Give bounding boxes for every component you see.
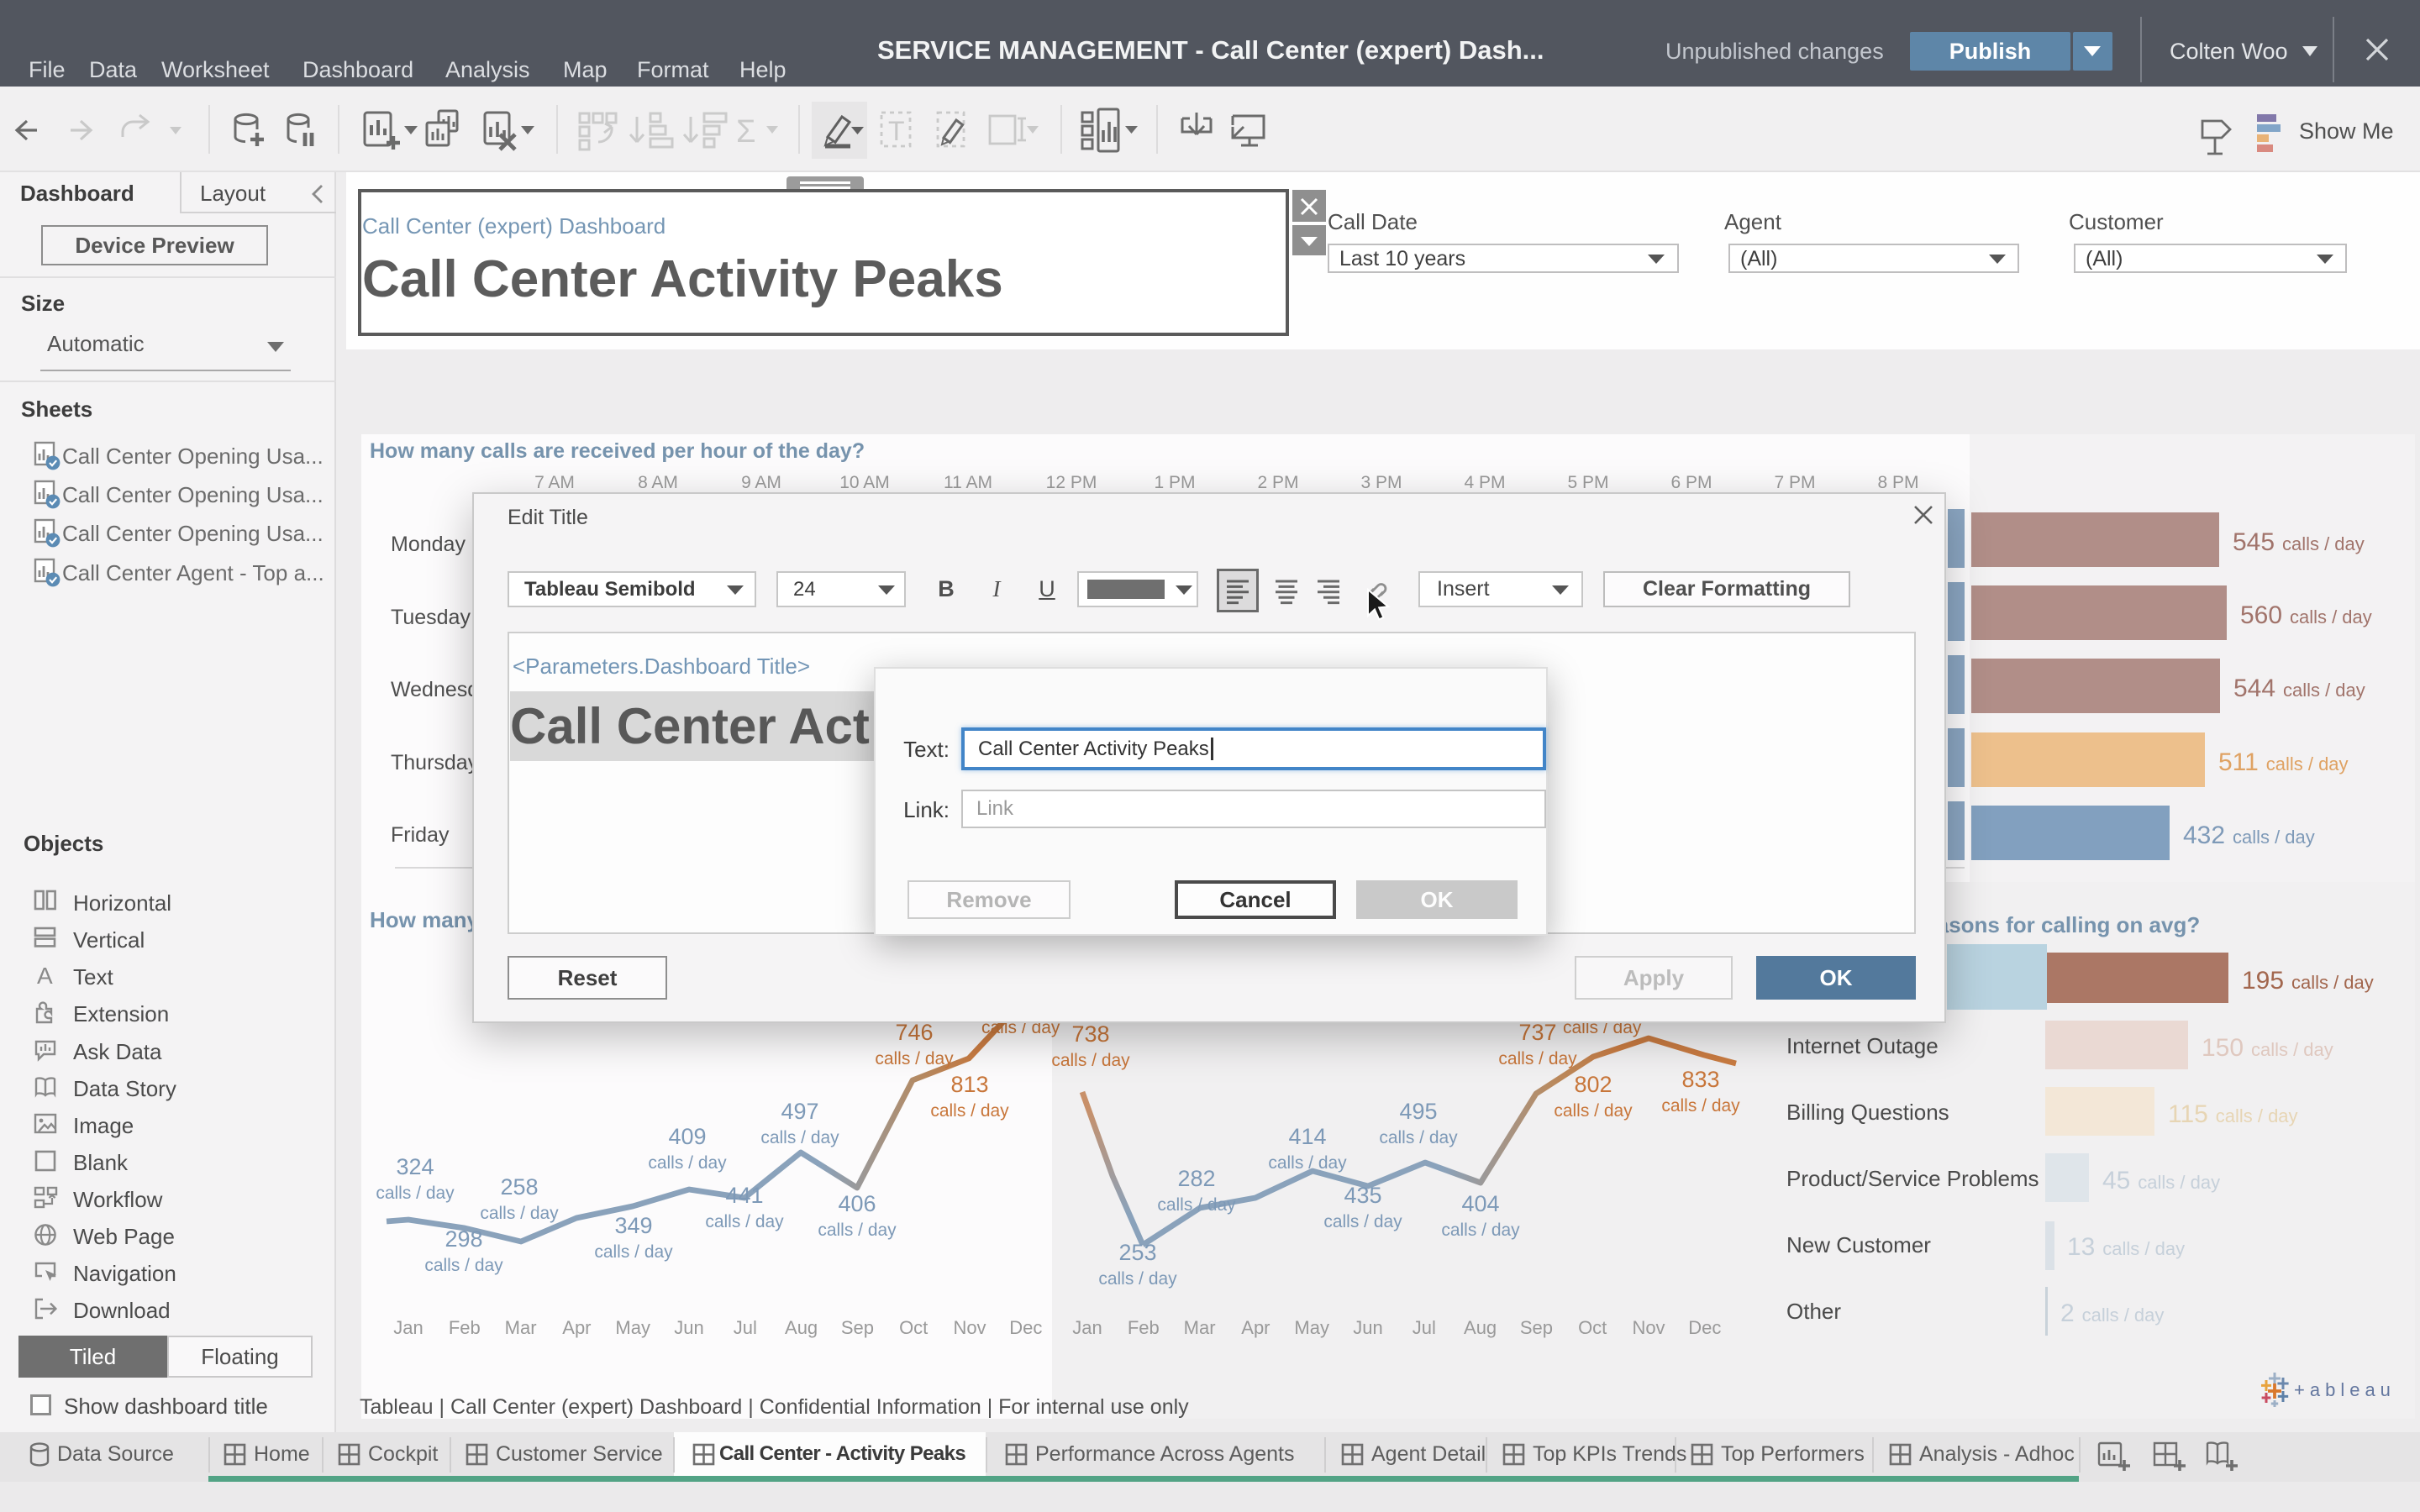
svg-text:Σ: Σ — [736, 114, 756, 150]
svg-text:T: T — [888, 116, 905, 146]
svg-text:A: A — [37, 963, 53, 987]
svg-text:+ableau: +ableau — [2294, 1379, 2396, 1400]
svg-text:Show Me: Show Me — [2299, 118, 2394, 144]
